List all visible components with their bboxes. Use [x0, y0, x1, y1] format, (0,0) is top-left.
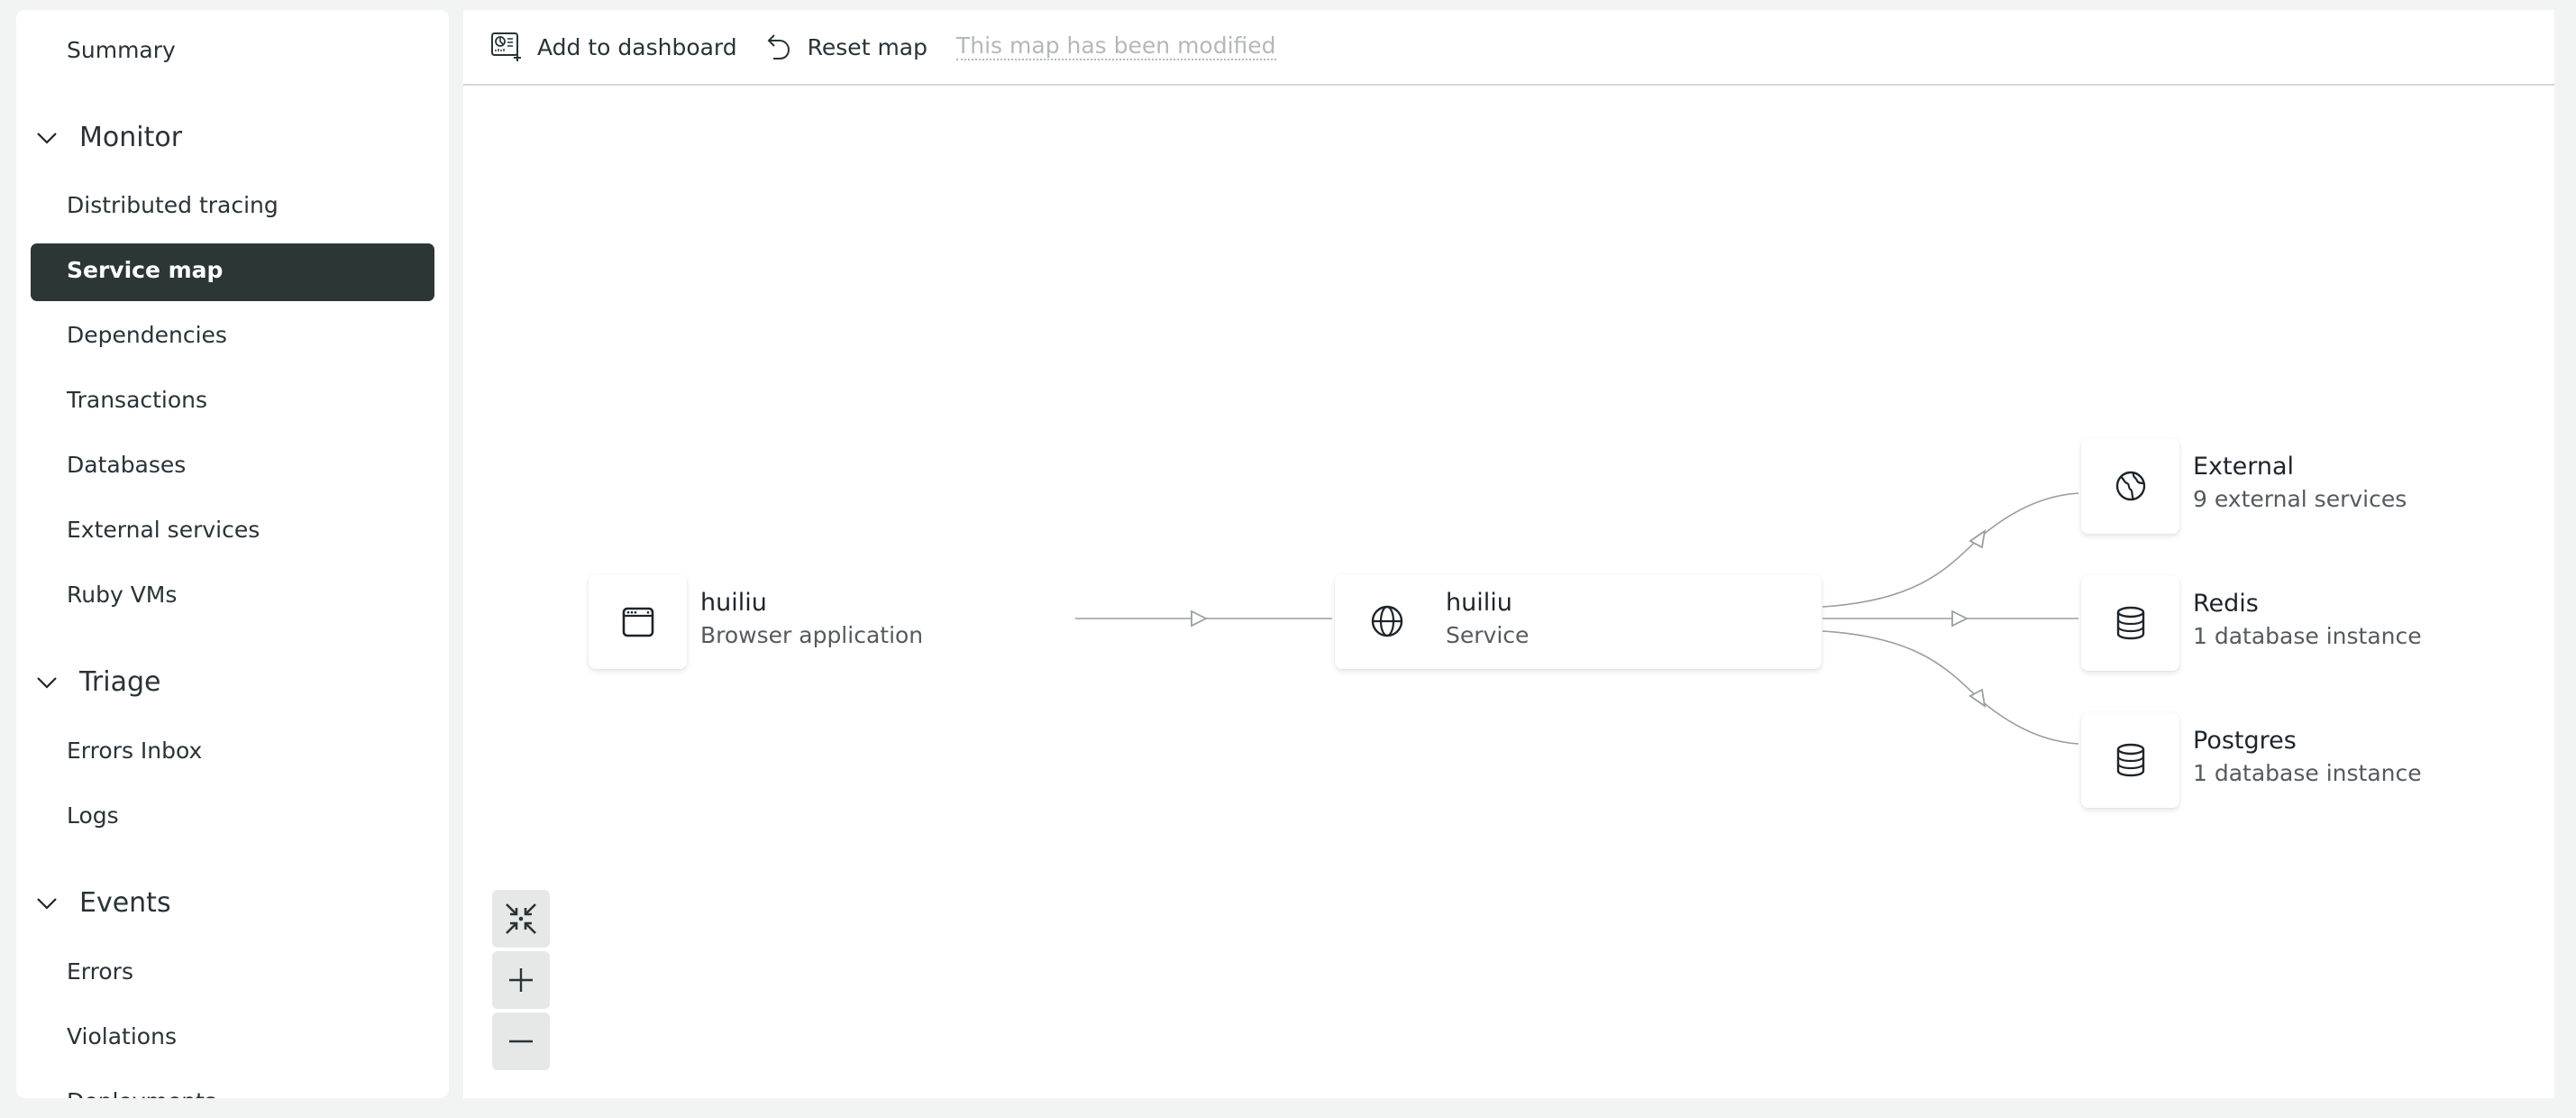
sidebar-item-errors[interactable]: Errors — [67, 958, 133, 985]
add-to-dashboard-icon — [491, 32, 521, 61]
node-subtitle: Browser application — [700, 622, 924, 648]
node-external-label[interactable]: External 9 external services — [2193, 451, 2407, 516]
node-name: Redis — [2193, 590, 2259, 618]
chevron-down-icon — [37, 132, 57, 144]
node-subtitle: Service — [1446, 622, 1530, 648]
node-name: Postgres — [2193, 727, 2297, 755]
sidebar-item-ruby-vms[interactable]: Ruby VMs — [67, 582, 177, 608]
add-to-dashboard-button[interactable]: Add to dashboard — [490, 31, 737, 63]
map-edges — [1075, 492, 2079, 745]
node-service-label: huiliu Service — [1446, 587, 1529, 652]
zoom-out-button[interactable] — [492, 1013, 550, 1070]
edge-service-to-external[interactable] — [1822, 492, 2079, 608]
sidebar-item-distributed-tracing[interactable]: Distributed tracing — [67, 192, 279, 218]
browser-window-icon — [622, 607, 654, 637]
sidebar-item-summary[interactable]: Summary — [67, 37, 176, 63]
globe-icon — [1371, 605, 1403, 637]
node-name: huiliu — [1446, 589, 1512, 617]
edge-browser-to-service[interactable] — [1075, 609, 1332, 628]
map-toolbar: Add to dashboard Reset map This map has … — [463, 10, 2554, 86]
sidebar-item-label: Service map — [67, 257, 224, 283]
add-to-dashboard-label: Add to dashboard — [537, 33, 737, 60]
node-subtitle: 1 database instance — [2193, 623, 2422, 649]
map-modified-note: This map has been modified — [955, 32, 1276, 60]
node-redis[interactable] — [2081, 575, 2179, 671]
sidebar-section-events[interactable]: Events — [34, 887, 171, 919]
sidebar-item-databases[interactable]: Databases — [67, 452, 186, 478]
sidebar-item-external-services[interactable]: External services — [67, 517, 260, 543]
edge-service-to-postgres[interactable] — [1822, 630, 2079, 745]
minus-icon — [509, 1040, 533, 1043]
node-browser-application[interactable] — [589, 574, 687, 669]
sidebar-item-logs[interactable]: Logs — [67, 802, 119, 829]
sidebar-item-dependencies[interactable]: Dependencies — [67, 322, 227, 348]
zoom-in-button[interactable] — [492, 951, 550, 1009]
sidebar-section-monitor[interactable]: Monitor — [34, 122, 182, 153]
sidebar: Summary Monitor Distributed tracing Serv… — [16, 10, 449, 1098]
edge-service-to-redis[interactable] — [1822, 609, 2078, 628]
sidebar-item-violations[interactable]: Violations — [67, 1023, 177, 1049]
world-map-icon — [2115, 471, 2146, 501]
undo-icon — [767, 34, 790, 60]
node-name: huiliu — [700, 589, 767, 617]
sidebar-section-title: Events — [79, 887, 171, 919]
node-postgres-label[interactable]: Postgres 1 database instance — [2193, 725, 2422, 790]
database-icon — [2116, 606, 2145, 640]
node-subtitle: 9 external services — [2193, 486, 2407, 512]
database-icon — [2116, 743, 2145, 777]
node-name: External — [2193, 453, 2295, 481]
sidebar-section-title: Triage — [79, 666, 161, 698]
reset-map-label: Reset map — [807, 33, 927, 60]
node-redis-label[interactable]: Redis 1 database instance — [2193, 588, 2422, 653]
node-postgres[interactable] — [2081, 712, 2179, 808]
sidebar-item-transactions[interactable]: Transactions — [67, 387, 207, 413]
map-canvas[interactable]: huiliu Browser application huiliu Servic… — [463, 10, 2554, 1098]
chevron-down-icon — [37, 676, 57, 689]
sidebar-section-triage[interactable]: Triage — [34, 666, 160, 698]
collapse-arrows-icon — [506, 903, 536, 934]
fit-to-screen-button[interactable] — [492, 890, 550, 948]
sidebar-item-errors-inbox[interactable]: Errors Inbox — [67, 738, 202, 764]
sidebar-item-service-map[interactable]: Service map — [31, 243, 434, 301]
sidebar-item-deployments[interactable]: Deployments — [67, 1088, 216, 1098]
node-subtitle: 1 database instance — [2193, 760, 2422, 786]
node-external[interactable] — [2081, 438, 2179, 534]
node-browser-label[interactable]: huiliu Browser application — [700, 587, 923, 652]
plus-icon — [509, 968, 533, 992]
chevron-down-icon — [37, 897, 57, 910]
sidebar-section-title: Monitor — [79, 122, 183, 153]
node-service[interactable]: huiliu Service — [1335, 574, 1822, 669]
service-map-panel: huiliu Browser application huiliu Servic… — [463, 10, 2554, 1098]
reset-map-button[interactable]: Reset map — [766, 32, 927, 62]
